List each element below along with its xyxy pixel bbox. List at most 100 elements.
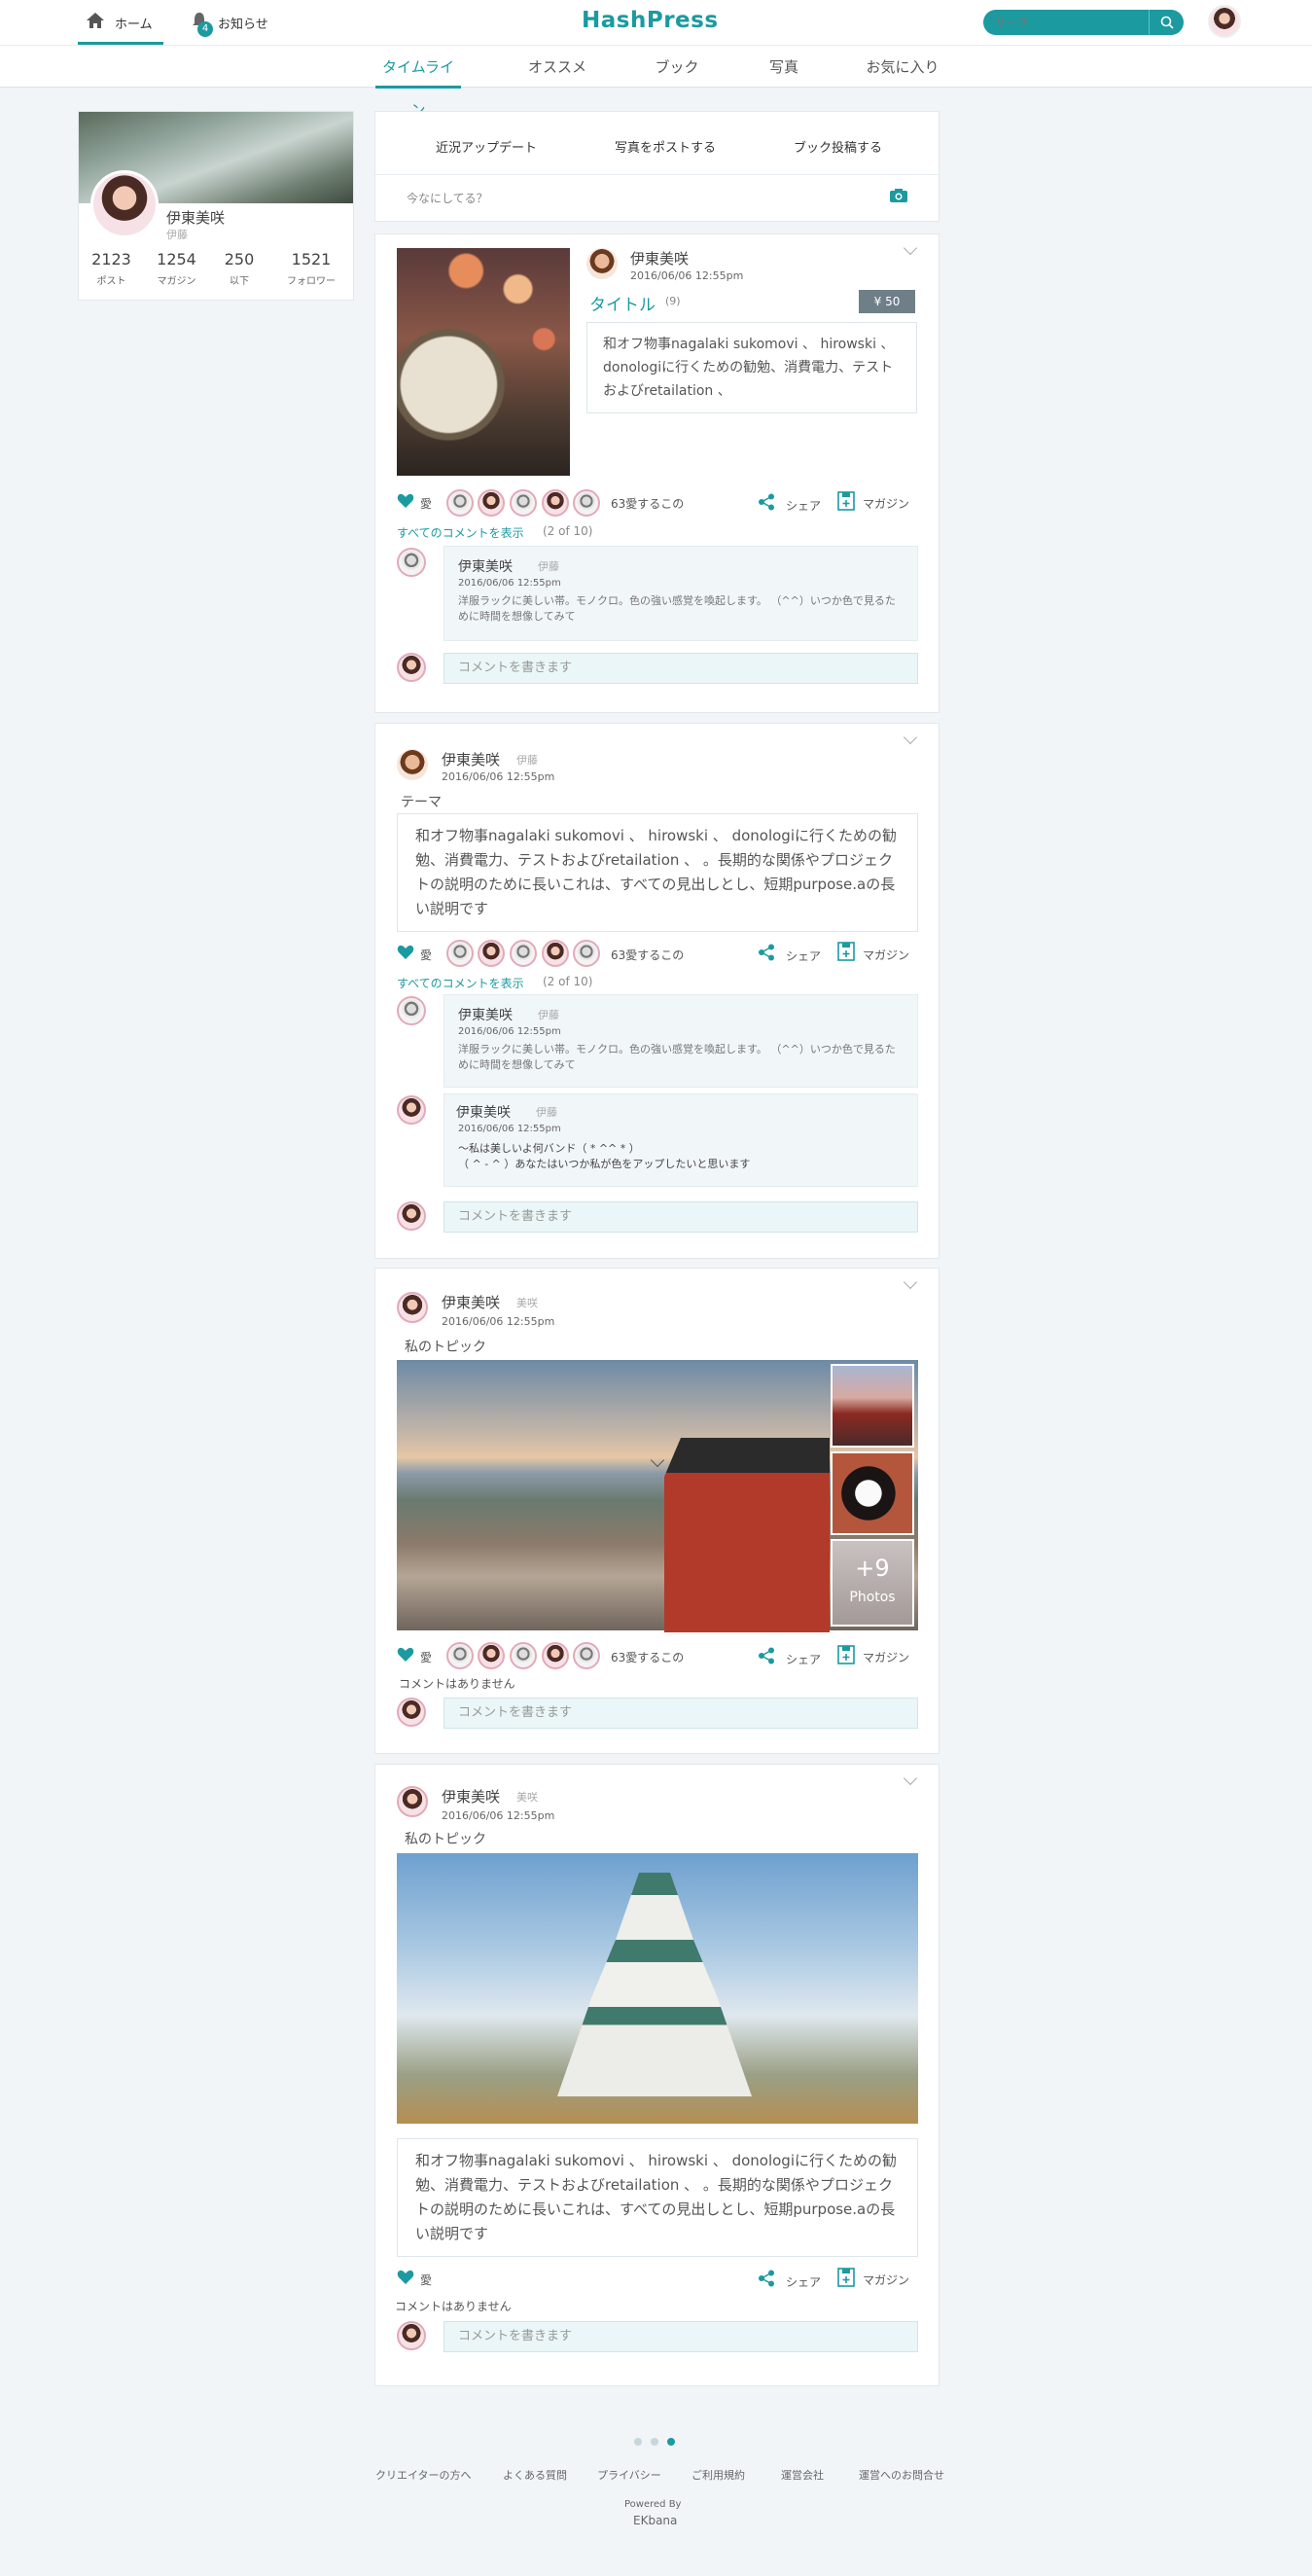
- composer-input[interactable]: 今なにしてる？: [407, 190, 488, 206]
- author-name[interactable]: 伊東美咲: [442, 749, 500, 769]
- share-icon[interactable]: [758, 2270, 775, 2287]
- view-all-comments-link[interactable]: すべてのコメントを表示: [397, 975, 524, 991]
- liker-avatar[interactable]: [510, 1642, 537, 1669]
- camera-icon[interactable]: [889, 188, 908, 203]
- heart-icon[interactable]: [397, 945, 414, 960]
- heart-icon[interactable]: [397, 1647, 414, 1663]
- thumbnail-more[interactable]: +9 Photos: [831, 1539, 914, 1627]
- profile-stat[interactable]: 1521 フォロワー: [269, 250, 353, 287]
- chevron-down-icon[interactable]: [903, 730, 918, 745]
- share-icon[interactable]: [758, 1647, 775, 1664]
- magazine-icon[interactable]: [837, 942, 855, 961]
- liker-avatar[interactable]: [478, 1642, 505, 1669]
- author-name[interactable]: 伊東美咲: [630, 248, 689, 268]
- love-count[interactable]: 63愛するこの: [611, 1649, 684, 1665]
- comment-input[interactable]: コメントを書きます: [443, 1201, 918, 1233]
- liker-avatar[interactable]: [478, 940, 505, 967]
- commenter-avatar[interactable]: [397, 1095, 426, 1125]
- profile-avatar[interactable]: [90, 170, 159, 238]
- liker-avatar[interactable]: [573, 940, 600, 967]
- liker-avatar[interactable]: [446, 940, 474, 967]
- author-name[interactable]: 伊東美咲: [442, 1786, 500, 1807]
- magazine-icon[interactable]: [837, 491, 855, 511]
- comment-author[interactable]: 伊東美咲: [458, 1005, 513, 1024]
- self-avatar[interactable]: [397, 1698, 426, 1727]
- view-all-comments-link[interactable]: すべてのコメントを表示: [397, 524, 524, 541]
- tab-favorites[interactable]: お気に入り: [861, 46, 944, 89]
- share-label[interactable]: シェア: [786, 948, 821, 964]
- profile-stat[interactable]: 1254 マガジン: [144, 250, 209, 287]
- profile-stat[interactable]: 250 以下: [209, 250, 269, 287]
- love-label[interactable]: 愛: [420, 2272, 432, 2288]
- self-avatar[interactable]: [397, 653, 426, 682]
- love-label[interactable]: 愛: [420, 495, 432, 512]
- post-image-castle[interactable]: [397, 1853, 918, 2124]
- liker-avatar[interactable]: [542, 940, 569, 967]
- user-avatar[interactable]: [1208, 5, 1241, 38]
- magazine-label[interactable]: マガジン: [863, 2272, 909, 2288]
- share-label[interactable]: シェア: [786, 497, 821, 514]
- post-image-watch[interactable]: [397, 248, 570, 476]
- chevron-down-icon[interactable]: [903, 240, 918, 256]
- commenter-avatar[interactable]: [397, 996, 426, 1025]
- notice-nav[interactable]: 4 お知らせ: [191, 0, 278, 45]
- tab-photos[interactable]: 写真: [755, 46, 813, 89]
- footer-link-contact[interactable]: 運営へのお問合せ: [859, 2467, 944, 2483]
- search-input[interactable]: [995, 14, 1141, 31]
- chevron-down-icon[interactable]: [903, 1274, 918, 1290]
- comment-input[interactable]: コメントを書きます: [443, 2321, 918, 2352]
- chevron-down-icon[interactable]: [650, 1452, 665, 1468]
- liker-avatar[interactable]: [446, 1642, 474, 1669]
- powered-brand[interactable]: EKbana: [633, 2514, 677, 2527]
- pagination-dot-active[interactable]: [667, 2438, 675, 2446]
- commenter-avatar[interactable]: [397, 548, 426, 577]
- share-icon[interactable]: [758, 493, 775, 511]
- footer-link-faq[interactable]: よくある質問: [503, 2467, 567, 2483]
- liker-avatar[interactable]: [542, 489, 569, 517]
- author-name[interactable]: 伊東美咲: [442, 1292, 500, 1312]
- magazine-label[interactable]: マガジン: [863, 495, 909, 512]
- share-icon[interactable]: [758, 944, 775, 961]
- footer-link-privacy[interactable]: プライバシー: [597, 2467, 661, 2483]
- liker-avatar[interactable]: [446, 489, 474, 517]
- love-label[interactable]: 愛: [420, 1649, 432, 1665]
- author-avatar[interactable]: [397, 749, 428, 780]
- comment-author[interactable]: 伊東美咲: [458, 556, 513, 576]
- composer-tab-book[interactable]: ブック投稿する: [794, 137, 882, 156]
- composer-tab-photo[interactable]: 写真をポストする: [615, 137, 716, 156]
- share-label[interactable]: シェア: [786, 1651, 821, 1667]
- footer-link-company[interactable]: 運営会社: [781, 2467, 824, 2483]
- thumbnail-geisha[interactable]: [831, 1451, 914, 1535]
- tab-timeline[interactable]: タイムライン: [375, 46, 461, 119]
- magazine-label[interactable]: マガジン: [863, 1649, 909, 1665]
- tab-book[interactable]: ブック: [648, 46, 706, 89]
- love-count[interactable]: 63愛するこの: [611, 947, 684, 963]
- tab-recommend[interactable]: オススメ: [518, 46, 596, 89]
- love-label[interactable]: 愛: [420, 947, 432, 963]
- heart-icon[interactable]: [397, 493, 414, 509]
- post-image-kyoto[interactable]: +9 Photos: [397, 1360, 918, 1632]
- liker-avatar[interactable]: [510, 940, 537, 967]
- pagination-dot[interactable]: [634, 2438, 642, 2446]
- profile-stat[interactable]: 2123 ポスト: [79, 250, 144, 287]
- home-nav[interactable]: ホーム: [78, 0, 163, 45]
- footer-link-creators[interactable]: クリエイターの方へ: [375, 2467, 472, 2483]
- search-button[interactable]: [1149, 10, 1184, 35]
- author-avatar[interactable]: [397, 1786, 428, 1817]
- liker-avatar[interactable]: [573, 1642, 600, 1669]
- composer-tab-status[interactable]: 近況アップデート: [436, 137, 537, 156]
- author-avatar[interactable]: [397, 1292, 428, 1323]
- liker-avatar[interactable]: [478, 489, 505, 517]
- share-label[interactable]: シェア: [786, 2273, 821, 2290]
- self-avatar[interactable]: [397, 2321, 426, 2350]
- comment-input[interactable]: コメントを書きます: [443, 653, 918, 684]
- liker-avatar[interactable]: [573, 489, 600, 517]
- footer-link-terms[interactable]: ご利用規約: [691, 2467, 745, 2483]
- liker-avatar[interactable]: [510, 489, 537, 517]
- post-title[interactable]: タイトル: [589, 291, 656, 315]
- heart-icon[interactable]: [397, 2270, 414, 2285]
- magazine-label[interactable]: マガジン: [863, 947, 909, 963]
- comment-author[interactable]: 伊東美咲: [456, 1102, 511, 1122]
- chevron-down-icon[interactable]: [903, 1771, 918, 1786]
- logo[interactable]: HashPress: [582, 8, 719, 33]
